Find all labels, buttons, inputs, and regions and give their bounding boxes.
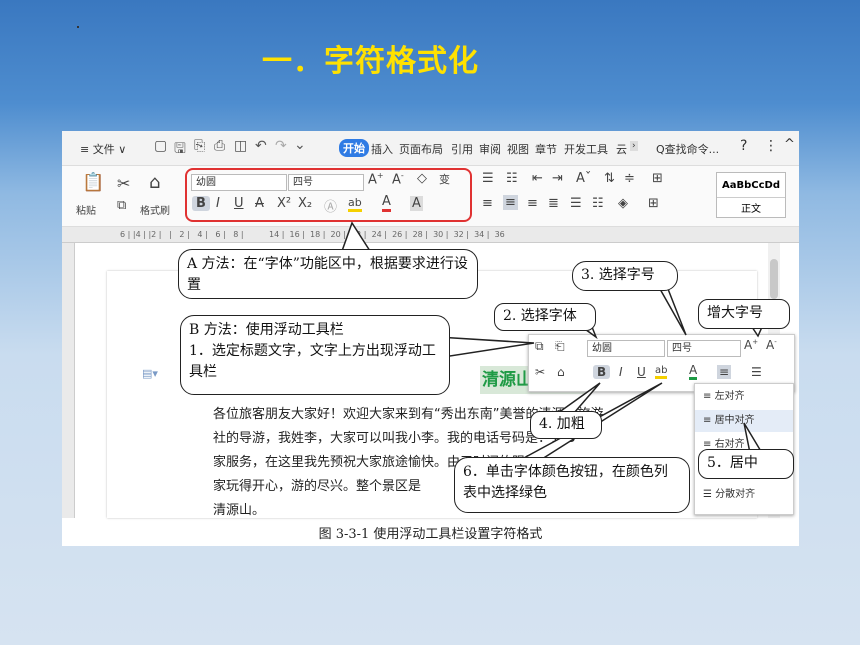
callout-method-b-step1: 1．选定标题文字，文字上方出现浮动工具栏	[189, 343, 436, 380]
callout-step5: 5．居中	[698, 449, 794, 479]
callout-step3: 3. 选择字号	[572, 261, 678, 291]
callout-step6: 6．单击字体颜色按钮，在颜色列表中选择绿色	[454, 457, 690, 513]
slide-dot	[77, 26, 79, 28]
callout-step4: 4. 加粗	[530, 411, 602, 439]
pointer-a	[340, 221, 372, 252]
callout-enlarge: 增大字号	[698, 299, 790, 329]
screenshot-figure: ≡ 文件 ∨ ▢ 🖫 ⎘ ⎙ ◫ ↶ ↷ ⌄ 开始 插入 页面布局 引用 审阅 …	[62, 131, 799, 546]
pointer-step4	[555, 382, 601, 414]
pointer-step3	[658, 288, 687, 336]
slide-title: 一．字符格式化	[262, 44, 479, 79]
callout-method-a: A 方法：在“字体”功能区中，根据要求进行设置	[178, 249, 478, 299]
figure-caption: 图 3-3-1 使用浮动工具栏设置字符格式	[318, 527, 543, 542]
callout-method-b-title: B 方法：使用浮动工具栏	[189, 322, 344, 338]
callout-method-b: B 方法：使用浮动工具栏 1．选定标题文字，文字上方出现浮动工具栏	[180, 315, 450, 395]
callout-step2: 2. 选择字体	[494, 303, 596, 331]
